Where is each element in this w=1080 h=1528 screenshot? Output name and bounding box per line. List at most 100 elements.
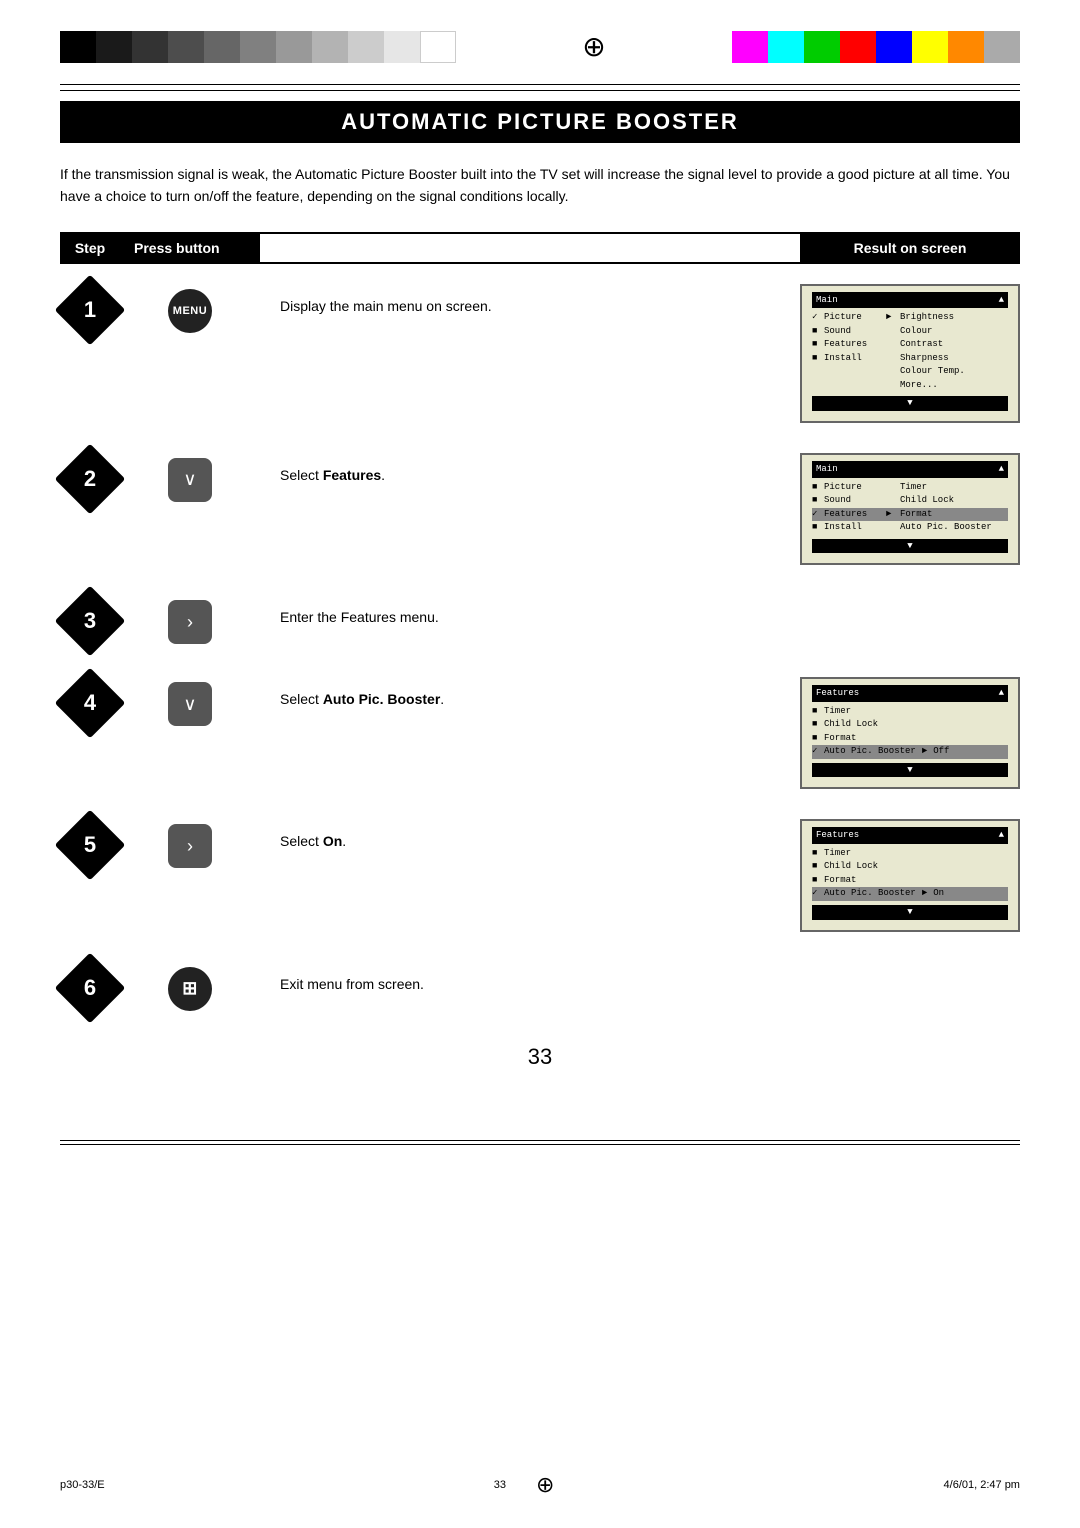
step-label-2: 2 [84, 466, 96, 492]
screen-row: ✓ Picture ► Brightness [812, 311, 1008, 325]
screen-row: ■ Picture Timer [812, 481, 1008, 495]
color-swatch [384, 31, 420, 63]
step-result-1: Main▲ ✓ Picture ► Brightness ■ Sound Col… [800, 284, 1020, 423]
crosshair-footer-icon: ⊕ [536, 1472, 554, 1498]
footer-right: 4/6/01, 2:47 pm [944, 1479, 1020, 1491]
step-button-col-6: ⊞ [120, 962, 260, 1011]
color-bar [732, 31, 1020, 63]
color-swatch [204, 31, 240, 63]
step-number-2: 2 [60, 453, 120, 505]
footer-center: 33 [494, 1479, 506, 1491]
right-button[interactable]: › [168, 600, 212, 644]
screen-row: ■ Sound Colour [812, 325, 1008, 339]
screen-row: ■ Install Sharpness [812, 352, 1008, 366]
screen-display-5: Features▲ ■ Timer ■ Child Lock ■ Format … [800, 819, 1020, 931]
header-rule-bottom [60, 90, 1020, 91]
screen-row: ■ Install Auto Pic. Booster [812, 521, 1008, 535]
step-label-4: 4 [84, 690, 96, 716]
down-button-2[interactable]: ∨ [168, 682, 212, 726]
step-label-5: 5 [84, 832, 96, 858]
screen-arrow-down: ▼ [812, 763, 1008, 778]
color-bars-header: ⊕ [0, 0, 1080, 84]
color-swatch [312, 31, 348, 63]
steps-header: Step Press button Result on screen [60, 232, 1020, 264]
step-row-6: 6 ⊞ Exit menu from screen. [60, 962, 1020, 1014]
screen-display-4: Features▲ ■ Timer ■ Child Lock ■ Format … [800, 677, 1020, 789]
screen-row: ■ Sound Child Lock [812, 494, 1008, 508]
color-swatch [420, 31, 456, 63]
header-rule-top [60, 84, 1020, 85]
step-number-1: 1 [60, 284, 120, 336]
press-button-column-header: Press button [120, 234, 260, 262]
screen-title-5: Features▲ [812, 827, 1008, 844]
grayscale-bar [60, 31, 456, 63]
screen-arrow-down: ▼ [812, 396, 1008, 411]
color-swatch [276, 31, 312, 63]
screen-row: ■ Format [812, 732, 1008, 746]
screen-title-1: Main▲ [812, 292, 1008, 309]
menu-button[interactable]: MENU [168, 289, 212, 333]
screen-row: ■ Timer [812, 847, 1008, 861]
step-button-col-5: › [120, 819, 260, 868]
step-button-col-3: › [120, 595, 260, 644]
color-swatch [60, 31, 96, 63]
step-instruction-5: Select On. [260, 819, 800, 852]
screen-row-selected: ✓ Auto Pic. Booster ► On [812, 887, 1008, 901]
screen-row: ■ Format [812, 874, 1008, 888]
step-instruction-6: Exit menu from screen. [260, 962, 800, 995]
description-text: If the transmission signal is weak, the … [60, 163, 1020, 208]
page-title: Automatic Picture Booster [80, 109, 1000, 135]
color-swatch [168, 31, 204, 63]
color-swatch [804, 31, 840, 63]
crosshair-icon: ⊕ [574, 30, 614, 64]
step-row-4: 4 ∨ Select Auto Pic. Booster. Features▲ … [60, 677, 1020, 789]
color-swatch [840, 31, 876, 63]
step-row-2: 2 ∨ Select Features. Main▲ ■ Picture Tim… [60, 453, 1020, 565]
step-label-3: 3 [84, 608, 96, 634]
page-title-bar: Automatic Picture Booster [60, 101, 1020, 143]
color-swatch [240, 31, 276, 63]
step-button-col-2: ∨ [120, 453, 260, 502]
step-button-col-1: MENU [120, 284, 260, 333]
step-column-header: Step [60, 234, 120, 262]
screen-arrow-down: ▼ [812, 539, 1008, 554]
screen-title-4: Features▲ [812, 685, 1008, 702]
step-instruction-3: Enter the Features menu. [260, 595, 800, 628]
color-swatch [132, 31, 168, 63]
color-swatch [732, 31, 768, 63]
exit-button[interactable]: ⊞ [168, 967, 212, 1011]
color-swatch [984, 31, 1020, 63]
step-number-5: 5 [60, 819, 120, 871]
step-label-1: 1 [84, 297, 96, 323]
main-content: Automatic Picture Booster If the transmi… [0, 91, 1080, 1140]
step-row-5: 5 › Select On. Features▲ ■ Timer ■ Child… [60, 819, 1020, 931]
screen-display-1: Main▲ ✓ Picture ► Brightness ■ Sound Col… [800, 284, 1020, 423]
step-row-1: 1 MENU Display the main menu on screen. … [60, 284, 1020, 423]
step-number-6: 6 [60, 962, 120, 1014]
screen-display-2: Main▲ ■ Picture Timer ■ Sound Child Lock… [800, 453, 1020, 565]
step-number-4: 4 [60, 677, 120, 729]
step-result-5: Features▲ ■ Timer ■ Child Lock ■ Format … [800, 819, 1020, 931]
screen-row-selected: ✓ Auto Pic. Booster ► Off [812, 745, 1008, 759]
step-number-3: 3 [60, 595, 120, 647]
screen-row: Colour Temp. [812, 365, 1008, 379]
step-instruction-2: Select Features. [260, 453, 800, 486]
color-swatch [876, 31, 912, 63]
screen-row: ■ Features Contrast [812, 338, 1008, 352]
step-instruction-1: Display the main menu on screen. [260, 284, 800, 317]
screen-row: ■ Child Lock [812, 718, 1008, 732]
color-swatch [948, 31, 984, 63]
step-row-3: 3 › Enter the Features menu. [60, 595, 1020, 647]
screen-row: ■ Timer [812, 705, 1008, 719]
down-button[interactable]: ∨ [168, 458, 212, 502]
footer-left: p30-33/E [60, 1479, 105, 1491]
step-result-2: Main▲ ■ Picture Timer ■ Sound Child Lock… [800, 453, 1020, 565]
screen-row: ■ Child Lock [812, 860, 1008, 874]
screen-row: More... [812, 379, 1008, 393]
result-column-header: Result on screen [800, 234, 1020, 262]
step-result-4: Features▲ ■ Timer ■ Child Lock ■ Format … [800, 677, 1020, 789]
step-label-6: 6 [84, 975, 96, 1001]
page-number: 33 [60, 1044, 1020, 1070]
step-instruction-4: Select Auto Pic. Booster. [260, 677, 800, 710]
right-button-2[interactable]: › [168, 824, 212, 868]
